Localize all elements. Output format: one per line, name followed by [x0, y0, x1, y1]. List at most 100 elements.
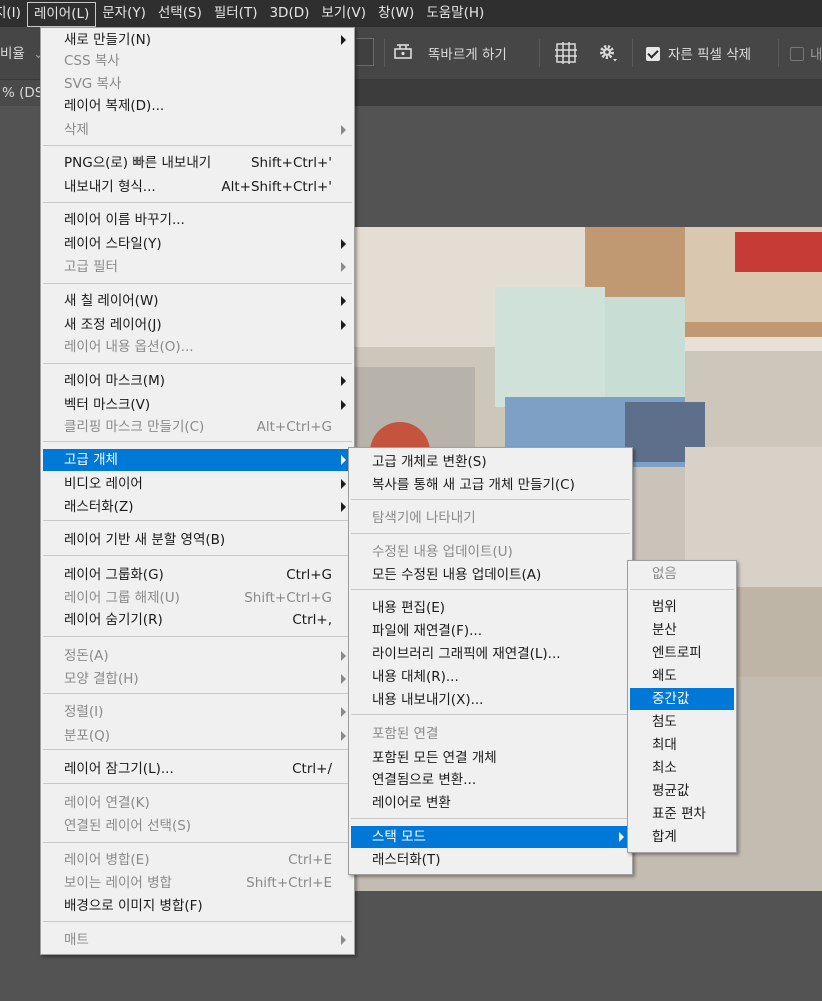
document-tab[interactable]: % (DS — [0, 80, 42, 106]
smart-object-item-래스터화[interactable]: 래스터화(T) — [351, 849, 630, 871]
grid-overlay-icon[interactable] — [555, 42, 577, 68]
shortcut-label: Ctrl+/ — [292, 761, 332, 777]
layer-menu-item-레이어-이름-바꾸기[interactable]: 레이어 이름 바꾸기... — [43, 209, 352, 231]
layer-menu-item-새로-만들기[interactable]: 새로 만들기(N) — [43, 29, 352, 51]
layer-menu-item-클리핑-마스크-만들기[interactable]: 클리핑 마스크 만들기(C) Alt+Ctrl+G — [43, 416, 352, 438]
delete-cropped-checkbox[interactable] — [646, 47, 660, 61]
menu-item-label: 엔트로피 — [652, 645, 702, 661]
smart-object-item-복사를-통해-새-고급-개체-만들기[interactable]: 복사를 통해 새 고급 개체 만들기(C) — [351, 474, 630, 496]
submenu-arrow-icon — [341, 296, 346, 306]
layer-menu-item-레이어-스타일[interactable]: 레이어 스타일(Y) — [43, 233, 352, 255]
layer-menu-item-벡터-마스크[interactable]: 벡터 마스크(V) — [43, 394, 352, 416]
layer-menu-item-내보내기-형식[interactable]: 내보내기 형식... Alt+Shift+Ctrl+' — [43, 176, 352, 198]
ratio-dropdown[interactable]: 비율 ⌄ — [0, 42, 44, 62]
menu-help[interactable]: 도움말(H) — [420, 0, 490, 27]
stack-mode-item-엔트로피[interactable]: 엔트로피 — [630, 642, 734, 664]
menu-item-label: 내용 대체(R)... — [372, 669, 459, 685]
menu-image[interactable]: 지(I) — [0, 0, 27, 27]
layer-menu-item-레이어-기반-새-분할-영역[interactable]: 레이어 기반 새 분할 영역(B) — [43, 529, 352, 551]
smart-object-item-레이어로-변환[interactable]: 레이어로 변환 — [351, 792, 630, 814]
stack-mode-item-최대[interactable]: 최대 — [630, 734, 734, 756]
stack-mode-item-평균값[interactable]: 평균값 — [630, 780, 734, 802]
menu-item-label: 중간값 — [652, 691, 690, 707]
layer-menu-item-보이는-레이어-병합[interactable]: 보이는 레이어 병합 Shift+Ctrl+E — [43, 872, 352, 894]
menu-item-label: 벡터 마스크(V) — [64, 397, 151, 413]
menu-item-label: 삭제 — [64, 122, 89, 138]
layer-menu-item-레이어-복제[interactable]: 레이어 복제(D)... — [43, 95, 352, 117]
layer-menu-item-레이어-마스크[interactable]: 레이어 마스크(M) — [43, 370, 352, 392]
straighten-icon[interactable] — [392, 41, 414, 65]
layer-menu-item-분포[interactable]: 분포(Q) — [43, 725, 352, 747]
menu-item-label: 라이브러리 그래픽에 재연결(L)... — [372, 646, 561, 662]
stack-mode-item-합계[interactable]: 합계 — [630, 826, 734, 848]
layer-menu-item-레이어-내용-옵션[interactable]: 레이어 내용 옵션(O)... — [43, 336, 352, 358]
smart-object-item-스택-모드[interactable]: 스택 모드 — [351, 826, 630, 848]
layer-menu-item-삭제[interactable]: 삭제 — [43, 119, 352, 141]
menu-separator — [43, 363, 352, 364]
smart-object-item-고급-개체로-변환[interactable]: 고급 개체로 변환(S) — [351, 451, 630, 473]
smart-object-item-내용-내보내기[interactable]: 내용 내보내기(X)... — [351, 689, 630, 711]
smart-object-item-라이브러리-그래픽에-재연결[interactable]: 라이브러리 그래픽에 재연결(L)... — [351, 643, 630, 665]
layer-menu-item-연결된-레이어-선택[interactable]: 연결된 레이어 선택(S) — [43, 815, 352, 837]
layer-menu-item-정돈[interactable]: 정돈(A) — [43, 645, 352, 667]
layer-menu-item-매트[interactable]: 매트 — [43, 929, 352, 951]
layer-menu-item-레이어-잠그기[interactable]: 레이어 잠그기(L)... Ctrl+/ — [43, 758, 352, 780]
menu-item-label: 레이어 이름 바꾸기... — [64, 212, 185, 228]
smart-object-item-포함된-연결[interactable]: 포함된 연결 — [351, 723, 630, 745]
menu-item-label: 복사를 통해 새 고급 개체 만들기(C) — [372, 477, 575, 493]
menu-view[interactable]: 보기(V) — [315, 0, 372, 27]
menu-item-label: 합계 — [652, 829, 677, 845]
stack-mode-item-표준-편차[interactable]: 표준 편차 — [630, 803, 734, 825]
stack-mode-item-분산[interactable]: 분산 — [630, 619, 734, 641]
layer-menu-item-정렬[interactable]: 정렬(I) — [43, 701, 352, 723]
menu-filter[interactable]: 필터(T) — [208, 0, 264, 27]
shortcut-label: Shift+Ctrl+G — [244, 590, 332, 606]
stack-mode-item-없음[interactable]: 없음 — [630, 563, 734, 585]
layer-menu-item-새-칠-레이어[interactable]: 새 칠 레이어(W) — [43, 290, 352, 312]
menu-type[interactable]: 문자(Y) — [96, 0, 152, 27]
ratio-value-field[interactable] — [356, 38, 374, 66]
stack-mode-item-중간값[interactable]: 중간값 — [630, 688, 734, 710]
menu-select[interactable]: 선택(S) — [152, 0, 208, 27]
layer-menu-item-레이어-그룹-해제[interactable]: 레이어 그룹 해제(U) Shift+Ctrl+G — [43, 587, 352, 609]
submenu-arrow-icon — [341, 502, 346, 512]
layer-menu-item-고급-개체[interactable]: 고급 개체 — [43, 449, 352, 471]
stack-mode-item-범위[interactable]: 범위 — [630, 596, 734, 618]
layer-menu-item-PNG으-빠른-내보내기[interactable]: PNG으(로) 빠른 내보내기 Shift+Ctrl+' — [43, 152, 352, 174]
smart-object-item-파일에-재연결[interactable]: 파일에 재연결(F)... — [351, 620, 630, 642]
smart-object-item-모든-수정된-내용-업데이트[interactable]: 모든 수정된 내용 업데이트(A) — [351, 564, 630, 586]
smart-object-item-수정된-내용-업데이트[interactable]: 수정된 내용 업데이트(U) — [351, 541, 630, 563]
layer-menu-item-CSS-복사[interactable]: CSS 복사 — [43, 50, 352, 72]
smart-object-item-탐색기에-나타내기[interactable]: 탐색기에 나타내기 — [351, 507, 630, 529]
layer-menu-item-레이어-연결[interactable]: 레이어 연결(K) — [43, 792, 352, 814]
menu-3d[interactable]: 3D(D) — [263, 0, 315, 27]
smart-object-item-포함된-모든-연결-개체[interactable]: 포함된 모든 연결 개체 — [351, 747, 630, 769]
layer-menu-item-모양-결합[interactable]: 모양 결합(H) — [43, 668, 352, 690]
content-aware-checkbox[interactable] — [790, 47, 804, 61]
menu-item-label: 포함된 연결 — [372, 726, 439, 742]
menu-separator — [351, 818, 630, 819]
layer-menu-item-레이어-그룹화[interactable]: 레이어 그룹화(G) Ctrl+G — [43, 564, 352, 586]
gear-icon[interactable] — [598, 43, 618, 67]
smart-object-item-연결됨으로-변환[interactable]: 연결됨으로 변환... — [351, 769, 630, 791]
smart-object-item-내용-대체[interactable]: 내용 대체(R)... — [351, 666, 630, 688]
layer-menu-item-레이어-병합[interactable]: 레이어 병합(E) Ctrl+E — [43, 849, 352, 871]
menu-item-label: 내용 편집(E) — [372, 600, 446, 616]
layer-menu-item-비디오-레이어[interactable]: 비디오 레이어 — [43, 473, 352, 495]
straighten-label[interactable]: 똑바르게 하기 — [428, 43, 507, 63]
layer-menu-item-새-조정-레이어[interactable]: 새 조정 레이어(J) — [43, 314, 352, 336]
stack-mode-item-왜도[interactable]: 왜도 — [630, 665, 734, 687]
menu-window[interactable]: 창(W) — [372, 0, 420, 27]
layer-menu-item-배경으로-이미지-병합[interactable]: 배경으로 이미지 병합(F) — [43, 895, 352, 917]
menu-layer[interactable]: 레이어(L) — [26, 1, 97, 27]
stack-mode-item-첨도[interactable]: 첨도 — [630, 711, 734, 733]
stack-mode-item-최소[interactable]: 최소 — [630, 757, 734, 779]
layer-menu-item-고급-필터[interactable]: 고급 필터 — [43, 256, 352, 278]
layer-menu-item-SVG-복사[interactable]: SVG 복사 — [43, 73, 352, 95]
menu-item-label: 분산 — [652, 622, 677, 638]
layer-menu-item-래스터화[interactable]: 래스터화(Z) — [43, 496, 352, 518]
menu-item-label: 보이는 레이어 병합 — [64, 875, 172, 891]
layer-menu-item-레이어-숨기기[interactable]: 레이어 숨기기(R) Ctrl+, — [43, 609, 352, 631]
menu-item-label: 레이어 기반 새 분할 영역(B) — [64, 532, 226, 548]
smart-object-item-내용-편집[interactable]: 내용 편집(E) — [351, 597, 630, 619]
